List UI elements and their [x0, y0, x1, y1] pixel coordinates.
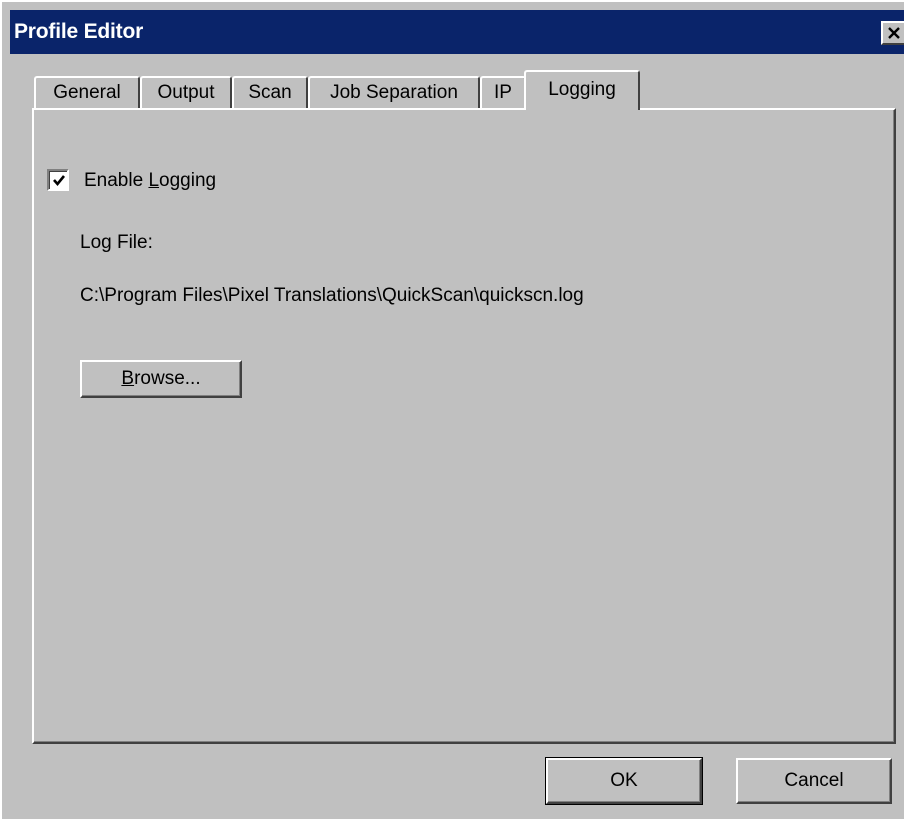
logging-tab-panel	[32, 108, 896, 744]
close-button[interactable]	[881, 21, 904, 45]
tab-output[interactable]: Output	[140, 76, 232, 108]
enable-logging-label[interactable]: Enable Logging	[84, 170, 216, 192]
tab-job-separation[interactable]: Job Separation	[308, 76, 480, 108]
tab-scan-label: Scan	[248, 82, 292, 103]
window-title: Profile Editor	[14, 20, 144, 43]
log-file-path: C:\Program Files\Pixel Translations\Quic…	[80, 285, 584, 306]
enable-logging-label-pre: Enable	[84, 170, 149, 191]
title-bar[interactable]: Profile Editor	[10, 10, 904, 54]
tab-general[interactable]: General	[34, 76, 140, 108]
tab-ip[interactable]: IP	[480, 76, 526, 108]
browse-button[interactable]: Browse...	[80, 360, 242, 398]
ok-button-label: OK	[610, 770, 638, 791]
enable-logging-label-post: ogging	[159, 170, 217, 191]
tab-job-separation-label: Job Separation	[330, 82, 458, 103]
browse-mnemonic: B	[121, 368, 135, 389]
tab-ip-label: IP	[494, 82, 512, 103]
profile-editor-window: Profile Editor General Output Scan Job S…	[0, 0, 904, 819]
tab-general-label: General	[53, 82, 121, 103]
tab-logging-label: Logging	[548, 79, 616, 100]
close-icon	[888, 27, 900, 39]
enable-logging-mnemonic: L	[148, 170, 160, 191]
ok-button[interactable]: OK	[545, 757, 703, 805]
tab-scan[interactable]: Scan	[232, 76, 308, 108]
tab-output-label: Output	[157, 82, 215, 103]
tab-logging[interactable]: Logging	[524, 70, 640, 110]
browse-label-rest: rowse...	[134, 368, 201, 389]
cancel-button[interactable]: Cancel	[736, 758, 892, 804]
enable-logging-checkbox[interactable]	[47, 169, 69, 191]
cancel-button-label: Cancel	[784, 770, 844, 791]
check-icon	[53, 175, 66, 187]
log-file-label: Log File:	[80, 232, 153, 253]
